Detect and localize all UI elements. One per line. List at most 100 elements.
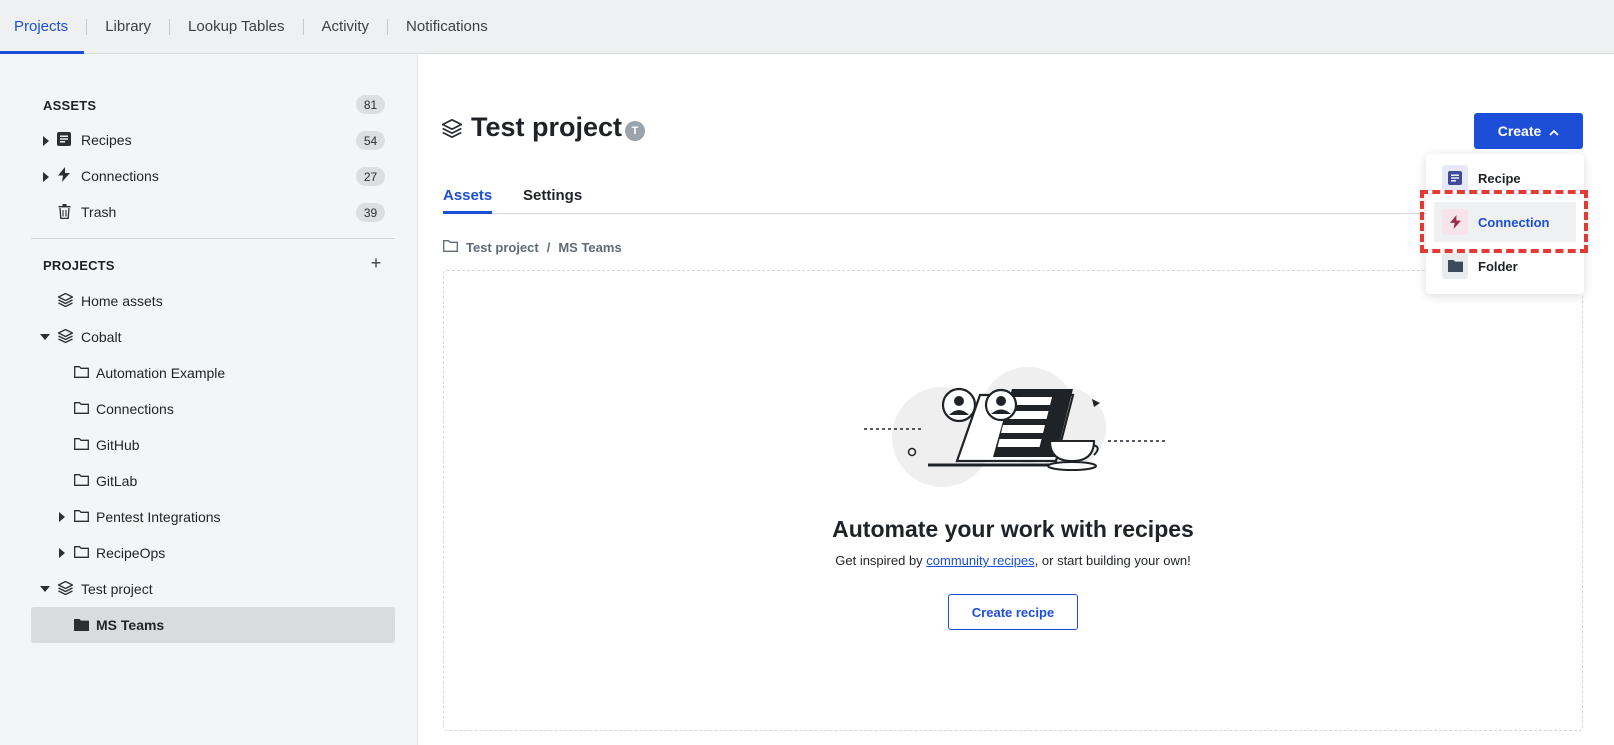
sidebar-item-automation-example[interactable]: Automation Example [96, 355, 225, 391]
sidebar-item-label: MS Teams [96, 617, 165, 633]
nav-tab-label: Activity [321, 17, 370, 35]
nav-tab-activity[interactable]: Activity [322, 0, 370, 52]
nav-tab-label: Library [105, 17, 152, 35]
sidebar-item-label: Home assets [81, 293, 163, 309]
create-dropdown-menu: Recipe Connection Folder [1426, 154, 1584, 294]
tab-settings[interactable]: Settings [523, 187, 582, 204]
empty-state-subtitle-prefix: Get inspired by [835, 553, 927, 568]
sidebar-item-label: Connections [96, 401, 174, 417]
menu-item-label: Folder [1478, 258, 1518, 274]
lightning-icon [58, 167, 70, 182]
folder-icon [74, 510, 89, 522]
recipes-count-badge: 54 [356, 131, 385, 150]
tab-assets[interactable]: Assets [443, 187, 493, 214]
collapse-caret-icon[interactable] [40, 334, 50, 340]
nav-tab-lookup-tables[interactable]: Lookup Tables [188, 0, 284, 52]
folder-icon [1442, 253, 1468, 279]
sidebar-item-label: Cobalt [81, 329, 122, 345]
sidebar-item-label: Connections [81, 168, 159, 184]
sidebar-item-gitlab[interactable]: GitLab [96, 463, 137, 499]
top-navigation: Projects Library Lookup Tables Activity … [0, 0, 1614, 54]
trash-icon [58, 204, 71, 219]
nav-tab-library[interactable]: Library [105, 0, 151, 52]
empty-state-subtitle-suffix: , or start building your own! [1034, 553, 1191, 568]
menu-item-connection[interactable]: Connection [1434, 202, 1576, 242]
sidebar-item-cobalt[interactable]: Cobalt [81, 319, 121, 355]
empty-state-illustration [864, 367, 1166, 487]
folder-icon [74, 474, 89, 486]
page-title: Test project [471, 112, 623, 142]
sidebar-item-label: Trash [81, 204, 117, 220]
assets-count-badge: 81 [356, 95, 385, 114]
sidebar-item-connections-folder[interactable]: Connections [96, 391, 174, 427]
menu-item-folder[interactable]: Folder [1434, 246, 1576, 286]
empty-state-panel [443, 270, 1583, 731]
sidebar-item-home-assets[interactable]: Home assets [81, 283, 163, 319]
sidebar-divider [31, 238, 395, 239]
add-project-button[interactable]: + [368, 254, 384, 272]
project-tabs: Assets Settings [443, 184, 1583, 214]
create-button[interactable]: Create [1474, 113, 1583, 149]
create-recipe-button[interactable]: Create recipe [948, 594, 1078, 630]
layers-icon [440, 118, 464, 143]
sidebar-item-label: Recipes [81, 132, 132, 148]
collapse-caret-icon[interactable] [40, 586, 50, 592]
connections-count-badge: 27 [356, 167, 385, 186]
folder-icon [74, 546, 89, 558]
expand-caret-icon[interactable] [59, 548, 65, 558]
folder-icon [443, 239, 458, 255]
recipe-icon [1442, 165, 1468, 191]
folder-icon [74, 438, 89, 450]
nav-separator [86, 18, 88, 35]
nav-separator [387, 18, 389, 35]
menu-item-label: Recipe [1478, 170, 1521, 186]
sidebar-item-recipes[interactable]: Recipes [81, 122, 132, 158]
expand-caret-icon[interactable] [43, 136, 49, 146]
menu-item-recipe[interactable]: Recipe [1434, 158, 1576, 198]
sidebar-item-label: RecipeOps [96, 545, 166, 561]
nav-tab-label: Notifications [406, 17, 488, 35]
sidebar-item-ms-teams[interactable]: MS Teams [96, 607, 164, 643]
layers-icon [58, 293, 73, 307]
folder-open-icon [74, 619, 89, 631]
sidebar-item-label: GitLab [96, 473, 138, 489]
create-button-label: Create [1497, 123, 1542, 139]
empty-state-title: Automate your work with recipes [832, 516, 1194, 542]
nav-separator [169, 18, 171, 35]
sidebar-item-label: Automation Example [96, 365, 226, 381]
breadcrumb-project[interactable]: Test project [466, 240, 539, 255]
sidebar-item-label: Test project [81, 581, 153, 597]
folder-icon [74, 366, 89, 378]
sidebar-item-connections[interactable]: Connections [81, 158, 159, 194]
assets-heading: ASSETS [43, 98, 97, 113]
breadcrumb-separator: / [546, 239, 551, 255]
projects-heading: PROJECTS [43, 258, 115, 273]
project-avatar-badge: T [625, 121, 645, 141]
folder-icon [74, 402, 89, 414]
trash-count-badge: 39 [356, 203, 385, 222]
layers-icon [58, 581, 73, 595]
nav-tab-projects[interactable]: Projects [0, 0, 85, 54]
empty-state-subtitle: Get inspired by community recipes, or st… [443, 553, 1583, 568]
chevron-up-icon [1549, 123, 1559, 139]
recipe-icon [57, 132, 71, 146]
menu-item-label: Connection [1478, 214, 1550, 230]
layers-icon [58, 329, 73, 343]
lightning-icon [1442, 209, 1468, 235]
sidebar-item-pentest-integrations[interactable]: Pentest Integrations [96, 499, 221, 535]
expand-caret-icon[interactable] [59, 512, 65, 522]
sidebar-item-recipeops[interactable]: RecipeOps [96, 535, 165, 571]
nav-tab-label: Lookup Tables [188, 17, 285, 35]
sidebar-item-trash[interactable]: Trash [81, 194, 116, 230]
nav-tab-notifications[interactable]: Notifications [406, 0, 488, 52]
sidebar-item-label: Pentest Integrations [96, 509, 221, 525]
community-recipes-link[interactable]: community recipes [926, 553, 1034, 568]
breadcrumb: Test project / MS Teams [443, 239, 622, 255]
sidebar-item-label: GitHub [96, 437, 140, 453]
sidebar-item-test-project[interactable]: Test project [81, 571, 153, 607]
nav-tab-label: Projects [14, 17, 69, 35]
sidebar-item-github[interactable]: GitHub [96, 427, 140, 463]
expand-caret-icon[interactable] [43, 172, 49, 182]
nav-separator [302, 18, 304, 35]
breadcrumb-folder: MS Teams [558, 239, 622, 255]
